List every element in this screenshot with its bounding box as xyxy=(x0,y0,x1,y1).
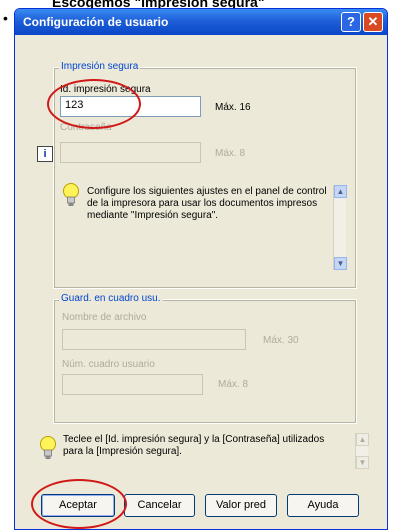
title-bar[interactable]: Configuración de usuario ? ✕ xyxy=(15,9,387,35)
close-icon[interactable]: ✕ xyxy=(363,12,383,32)
info-icon: i xyxy=(37,146,53,162)
lightbulb-icon xyxy=(63,183,79,206)
user-box-group-label: Guard. en cuadro usu. xyxy=(59,293,163,304)
lightbulb-icon xyxy=(40,436,56,459)
window-title: Configuración de usuario xyxy=(23,15,169,29)
help-button[interactable]: Ayuda xyxy=(287,494,359,517)
secure-print-group-label: Impresión segura xyxy=(59,61,141,72)
secure-print-help-text: Configure los siguientes ajustes en el p… xyxy=(87,186,327,221)
hint-scrollbar: ▲ ▼ xyxy=(355,433,369,469)
password-input[interactable] xyxy=(60,142,201,163)
box-number-input[interactable] xyxy=(62,374,203,395)
secure-print-id-max: Máx. 16 xyxy=(215,102,251,113)
file-name-input[interactable] xyxy=(62,329,246,350)
scroll-up-icon[interactable]: ▲ xyxy=(334,185,347,198)
box-number-max: Máx. 8 xyxy=(218,379,249,390)
highlight-ring-accept-button xyxy=(31,479,127,529)
password-max: Máx. 8 xyxy=(215,148,246,159)
user-settings-dialog: Configuración de usuario ? ✕ Impresión s… xyxy=(14,8,388,530)
file-name-max: Máx. 30 xyxy=(263,335,299,346)
hint-text: Teclee el [Id. impresión segura] y la [C… xyxy=(63,434,325,457)
help-icon[interactable]: ? xyxy=(341,12,361,32)
default-values-button[interactable]: Valor pred xyxy=(205,494,277,517)
bullet-marker: • xyxy=(3,10,8,26)
scroll-down-icon[interactable]: ▼ xyxy=(334,257,347,270)
help-text-scrollbar[interactable]: ▲ ▼ xyxy=(333,185,347,270)
cancel-button[interactable]: Cancelar xyxy=(124,494,195,517)
box-number-label: Núm. cuadro usuario xyxy=(62,359,155,370)
file-name-label: Nombre de archivo xyxy=(62,312,147,323)
scroll-down-icon: ▼ xyxy=(356,456,369,469)
highlight-ring-id-field xyxy=(47,79,141,129)
scroll-up-icon: ▲ xyxy=(356,433,369,446)
